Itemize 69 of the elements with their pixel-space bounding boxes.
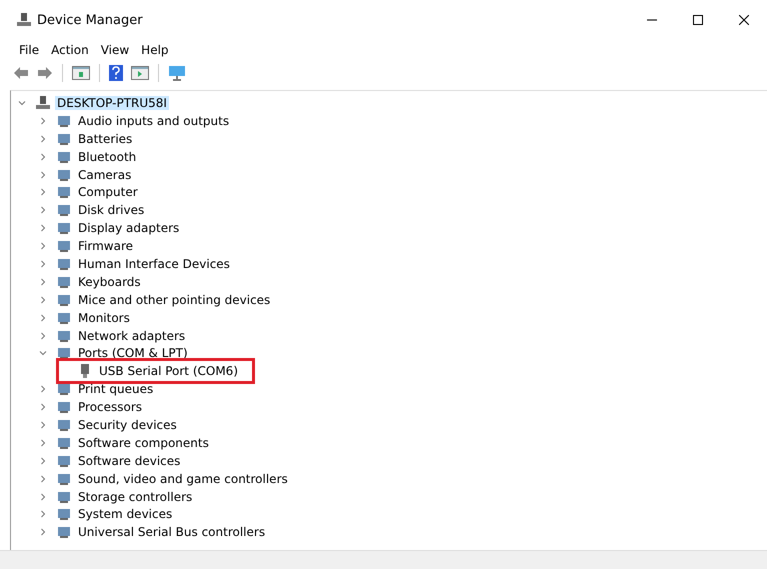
device-icon [56, 238, 72, 254]
tree-item[interactable]: Disk drives [76, 203, 146, 218]
tree-item[interactable]: Keyboards [76, 274, 143, 289]
expand-chevron-icon[interactable] [39, 296, 47, 304]
expand-chevron-icon[interactable] [39, 242, 47, 250]
tree-item[interactable]: Print queues [76, 382, 156, 396]
tree-item[interactable]: Display adapters [76, 221, 182, 236]
tree-item[interactable]: Monitors [76, 310, 132, 325]
properties-icon[interactable] [69, 64, 93, 82]
tree-item[interactable]: Mice and other pointing devices [76, 292, 272, 307]
expand-chevron-icon[interactable] [39, 385, 47, 394]
expand-chevron-icon[interactable] [39, 332, 47, 340]
expand-chevron-icon[interactable] [39, 314, 47, 322]
expand-chevron-icon[interactable] [39, 403, 47, 412]
collapse-chevron-icon[interactable] [18, 98, 26, 107]
tree-item[interactable]: Human Interface Devices [76, 256, 232, 271]
tree-item[interactable]: Network adapters [76, 328, 188, 343]
tree-item[interactable]: Ports (COM & LPT) [76, 346, 190, 360]
highlighted-tree-item[interactable]: USB Serial Port (COM6) [56, 358, 255, 384]
expand-chevron-icon[interactable] [39, 152, 47, 161]
device-icon [56, 220, 72, 236]
tree-item[interactable]: Software components [76, 436, 211, 450]
expand-chevron-icon[interactable] [39, 528, 47, 536]
tree-item[interactable]: Processors [76, 400, 144, 414]
close-icon[interactable] [739, 15, 749, 25]
menu-item[interactable]: Action [45, 43, 95, 57]
tree-item[interactable]: Software devices [76, 454, 182, 468]
collapse-chevron-icon[interactable] [39, 349, 47, 358]
device-icon [56, 524, 72, 540]
menu-item[interactable]: File [13, 43, 46, 57]
expand-chevron-icon[interactable] [39, 420, 47, 429]
computer-icon [35, 94, 51, 111]
tree-item[interactable]: Storage controllers [76, 490, 194, 504]
expand-chevron-icon[interactable] [39, 510, 47, 518]
device-icon [56, 506, 72, 522]
device-icon [56, 202, 72, 218]
expand-chevron-icon[interactable] [39, 438, 47, 447]
expand-chevron-icon[interactable] [39, 206, 47, 214]
tree-item[interactable]: Security devices [76, 418, 179, 432]
tree-item[interactable]: Cameras [76, 168, 134, 182]
expand-chevron-icon[interactable] [39, 260, 47, 268]
update-driver-icon[interactable] [128, 64, 152, 82]
device-icon [56, 381, 72, 398]
tree-item[interactable]: Audio inputs and outputs [76, 114, 232, 128]
expand-chevron-icon[interactable] [39, 456, 47, 465]
window-title: Device Manager [37, 12, 143, 28]
menu-item[interactable]: Help [135, 43, 175, 57]
tree-item[interactable]: Bluetooth [76, 150, 138, 164]
tree-item[interactable]: Batteries [76, 132, 134, 146]
expand-chevron-icon[interactable] [39, 278, 47, 286]
tree-item[interactable]: Computer [76, 185, 140, 200]
menu-item[interactable]: View [94, 43, 136, 57]
expand-chevron-icon[interactable] [39, 134, 47, 143]
maximize-icon[interactable] [693, 15, 703, 25]
expand-chevron-icon[interactable] [39, 474, 47, 483]
expand-chevron-icon[interactable] [39, 170, 47, 178]
tree-item[interactable]: System devices [76, 507, 174, 522]
tree-item[interactable]: Universal Serial Bus controllers [76, 525, 268, 540]
expand-chevron-icon[interactable] [39, 188, 47, 196]
tree-item[interactable]: DESKTOP-PTRU58I [55, 96, 169, 110]
expand-chevron-icon[interactable] [39, 224, 47, 232]
expand-chevron-icon[interactable] [39, 116, 47, 125]
tree-item[interactable]: Firmware [76, 239, 135, 254]
tree-item[interactable]: Sound, video and game controllers [76, 472, 290, 486]
expand-chevron-icon[interactable] [39, 492, 47, 501]
device-icon [56, 399, 72, 416]
computer-icon [16, 12, 32, 28]
help-icon[interactable] [106, 63, 126, 83]
device-icon [56, 184, 72, 200]
